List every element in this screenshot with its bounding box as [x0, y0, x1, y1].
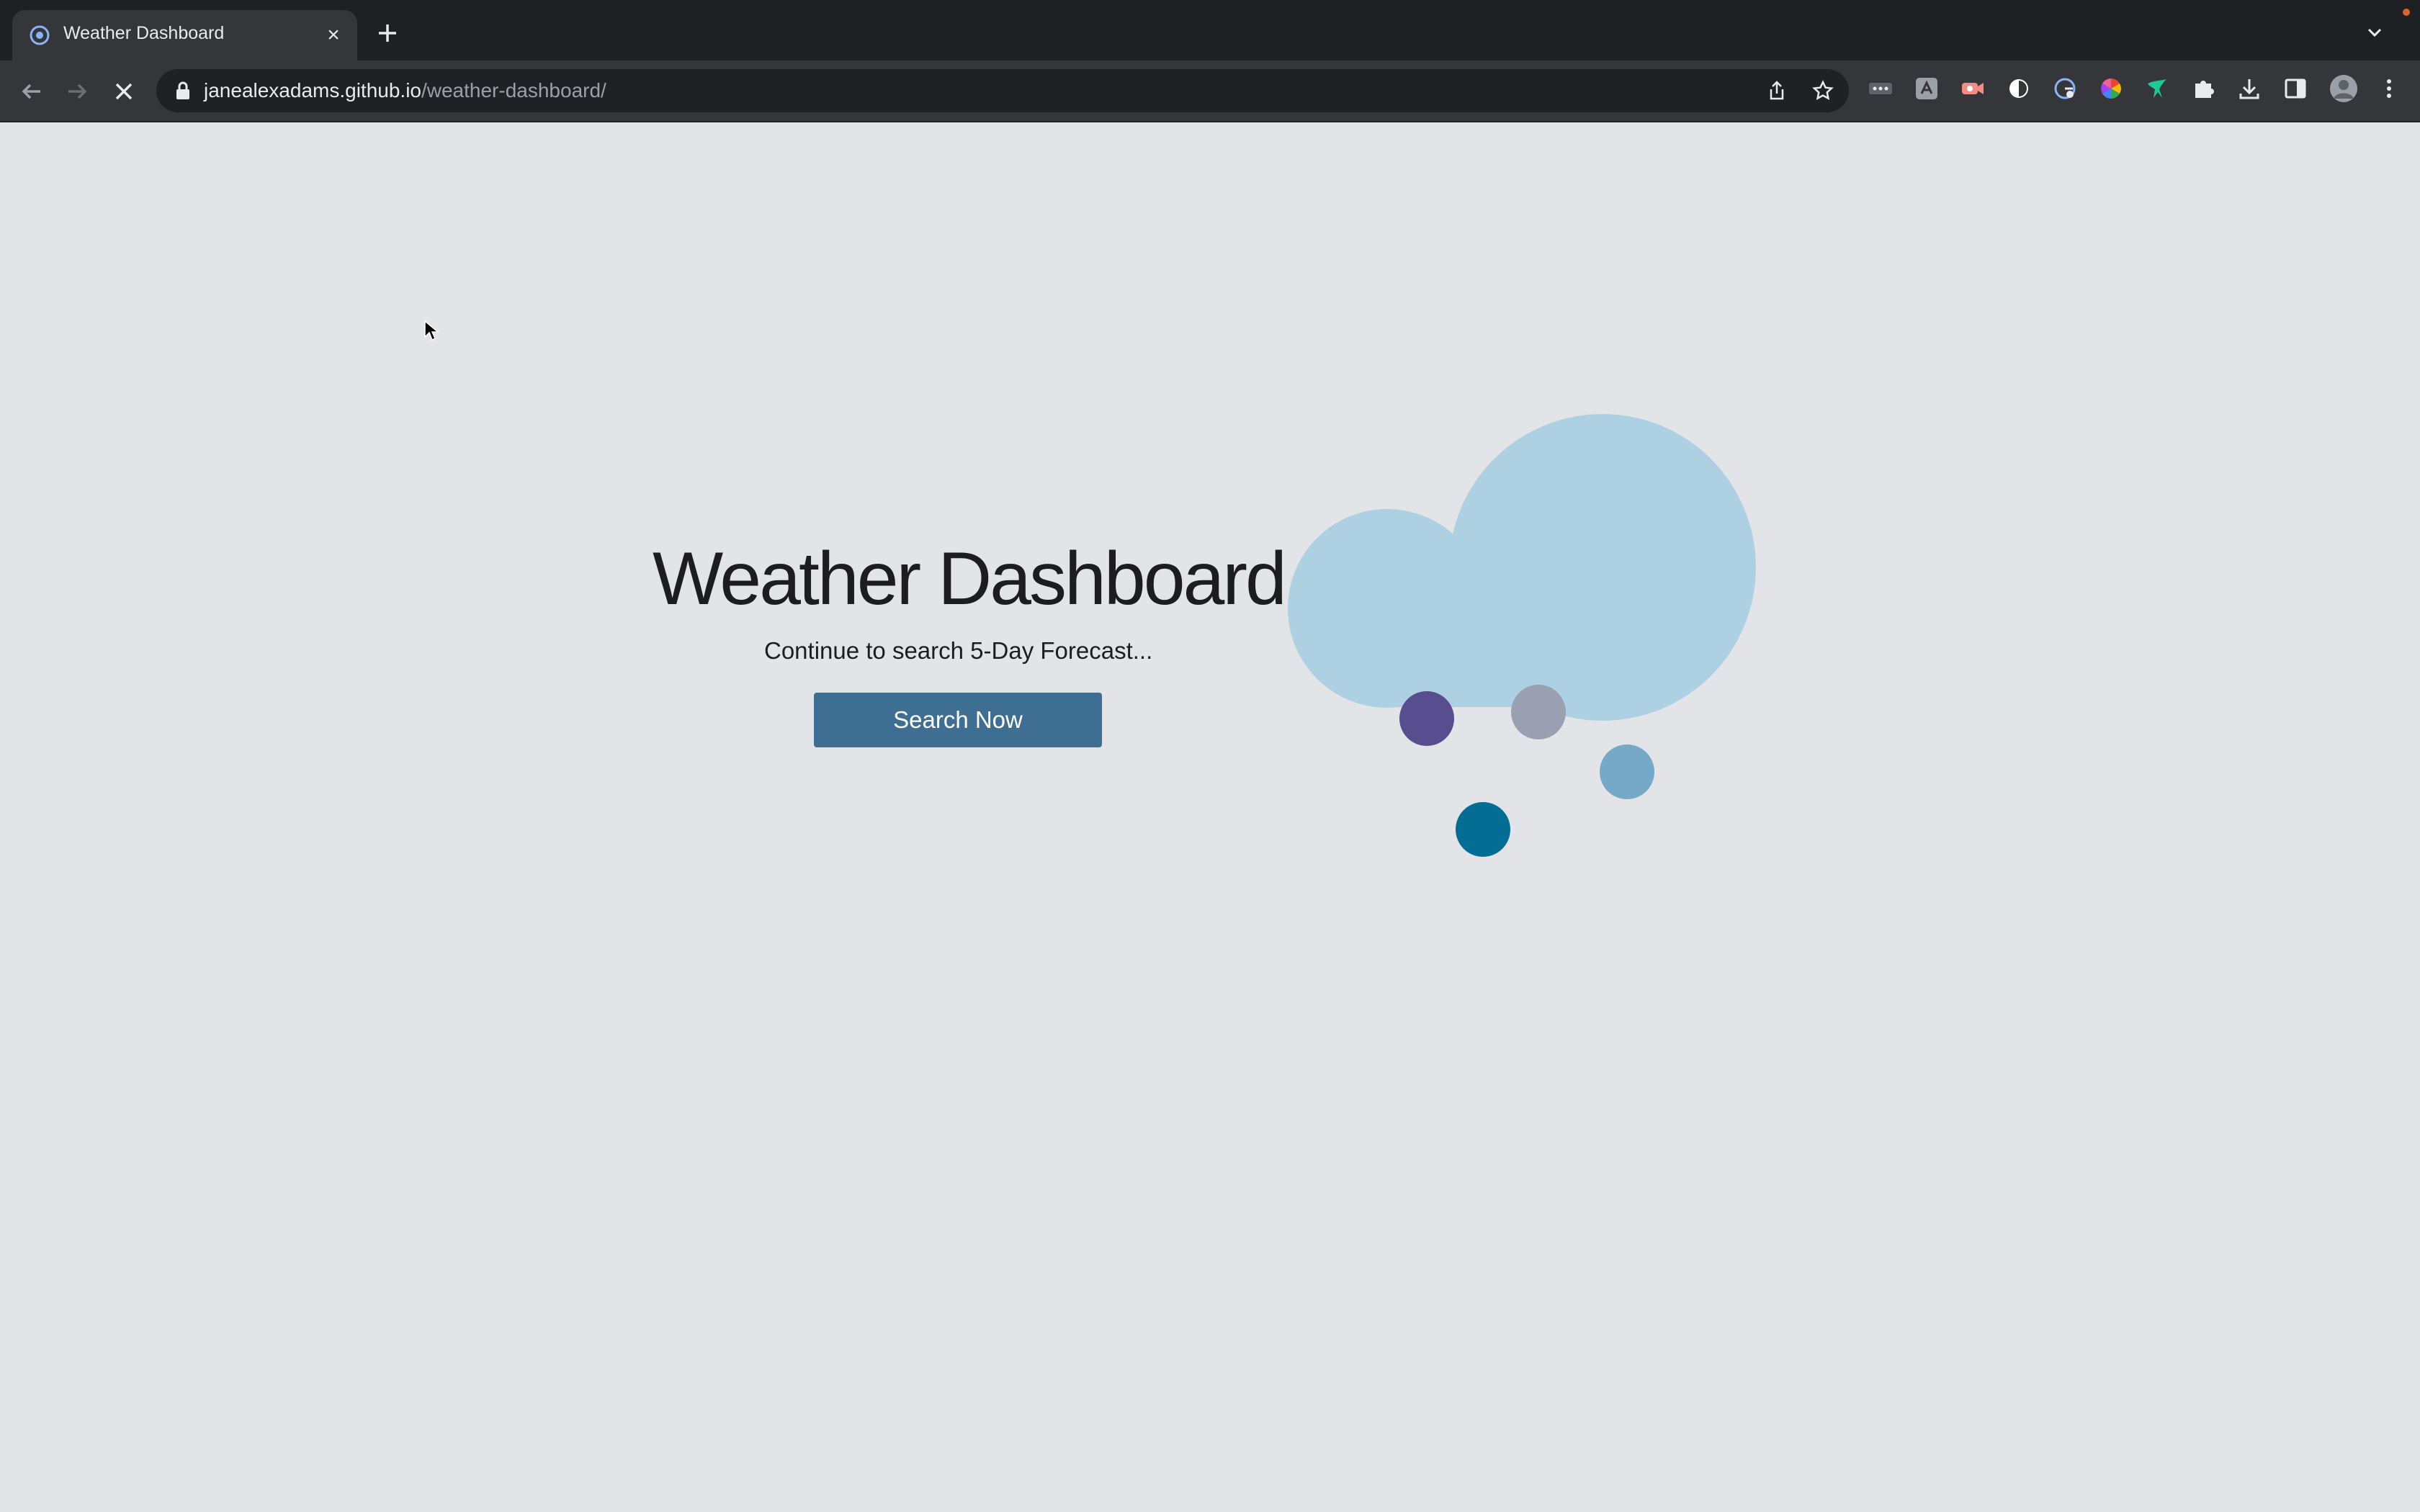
address-bar[interactable]: janealexadams.github.io/weather-dashboar…: [156, 69, 1849, 112]
stop-loading-icon[interactable]: [108, 76, 140, 107]
translate-icon[interactable]: [1914, 76, 1939, 101]
puzzle-icon[interactable]: [2191, 76, 2215, 101]
raindrop-purple: [1399, 691, 1454, 746]
url-text[interactable]: janealexadams.github.io/weather-dashboar…: [204, 79, 606, 102]
bird-icon[interactable]: [2145, 76, 2169, 101]
side-panel-icon[interactable]: [2283, 76, 2308, 101]
profile-avatar[interactable]: [2329, 74, 2358, 103]
circle-half-icon[interactable]: [2007, 76, 2031, 101]
color-wheel-icon[interactable]: [2099, 76, 2123, 101]
menu-dots-icon[interactable]: [2377, 76, 2401, 101]
url-host: janealexadams.github.io: [204, 79, 421, 102]
page-title: Weather Dashboard: [653, 537, 1287, 621]
cloud-icon: [1288, 414, 1756, 721]
bookmark-star-icon[interactable]: [1811, 79, 1834, 102]
tab-search-chevron-icon[interactable]: [2364, 22, 2385, 43]
rain-cloud-illustration: [1288, 414, 1756, 857]
tab-close-icon[interactable]: ×: [323, 24, 344, 46]
record-icon[interactable]: [1960, 76, 1985, 101]
share-icon[interactable]: [1765, 79, 1788, 102]
search-now-button[interactable]: Search Now: [814, 693, 1102, 747]
more-dots-icon[interactable]: [1868, 76, 1893, 101]
globe-g-icon[interactable]: [2053, 76, 2077, 101]
download-icon[interactable]: [2237, 76, 2262, 101]
page-subtitle: Continue to search 5-Day Forecast...: [764, 637, 1153, 664]
tab-weather-dashboard[interactable]: Weather Dashboard ×: [12, 10, 357, 60]
raindrop-gray: [1511, 685, 1566, 739]
lock-icon[interactable]: [175, 81, 191, 100]
new-tab-icon[interactable]: [373, 19, 402, 48]
raindrop-light-blue: [1600, 744, 1654, 799]
raindrop-teal: [1456, 802, 1510, 857]
forward-icon[interactable]: [61, 76, 93, 107]
tab-strip: Weather Dashboard ×: [0, 0, 2420, 60]
back-icon[interactable]: [16, 76, 48, 107]
chrome-favicon-icon: [30, 25, 50, 45]
mouse-cursor-icon: [424, 320, 439, 341]
recording-indicator: [2403, 9, 2410, 16]
url-path: /weather-dashboard/: [421, 79, 606, 102]
tab-title: Weather Dashboard: [63, 23, 225, 43]
